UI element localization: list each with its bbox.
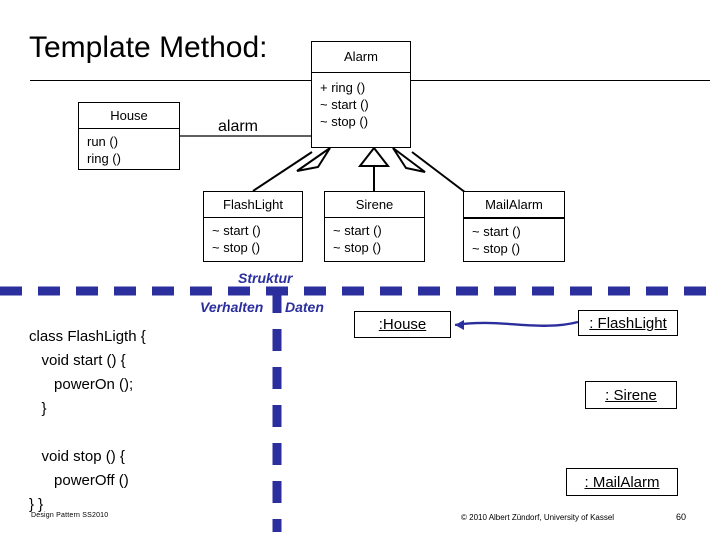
association-label-alarm: alarm <box>218 118 259 135</box>
object-link-house-flashlight <box>454 320 579 327</box>
object-box-flashlight[interactable]: : FlashLight <box>578 310 678 336</box>
class-name-flashlight: FlashLight <box>204 192 302 218</box>
inheritance-line-mailalarm <box>411 151 471 197</box>
class-name-house: House <box>79 103 179 129</box>
operation-item: ~ stop () <box>212 240 261 255</box>
object-box-house[interactable]: :House <box>354 311 451 338</box>
class-operations-house: run () ring () <box>79 129 179 172</box>
object-label-sirene: : Sirene <box>605 386 657 404</box>
section-label-struktur: Struktur <box>238 270 293 286</box>
object-box-mailalarm[interactable]: : MailAlarm <box>566 468 678 496</box>
operation-item: ~ start () <box>333 223 382 238</box>
class-operations-alarm: + ring () ~ start () ~ stop () <box>312 73 410 135</box>
code-block-flashligth: class FlashLigth { void start () { power… <box>29 328 146 513</box>
operation-item: ~ start () <box>472 224 521 239</box>
class-box-flashlight[interactable]: FlashLight ~ start () ~ stop () <box>203 191 303 262</box>
class-operations-mailalarm: ~ start () ~ stop () <box>464 219 564 262</box>
section-label-verhalten: Verhalten <box>200 299 264 315</box>
operation-item: run () <box>87 134 119 149</box>
object-label-mailalarm: : MailAlarm <box>584 473 660 491</box>
operation-item: ~ start () <box>212 223 261 238</box>
operation-item: ~ stop () <box>320 114 369 129</box>
class-box-alarm[interactable]: Alarm + ring () ~ start () ~ stop () <box>311 41 411 148</box>
operation-item: ring () <box>87 151 121 166</box>
class-name-mailalarm: MailAlarm <box>464 192 564 219</box>
inheritance-arrowhead-sirene <box>357 146 391 167</box>
class-operations-sirene: ~ start () ~ stop () <box>325 218 424 261</box>
section-label-daten: Daten <box>285 299 324 315</box>
footer-copyright: © 2010 Albert Zündorf, University of Kas… <box>461 513 615 522</box>
operation-item: ~ stop () <box>472 241 521 256</box>
class-box-mailalarm[interactable]: MailAlarm ~ start () ~ stop () <box>463 191 565 262</box>
footer-course-label: Design Pattern SS2010 <box>31 512 109 519</box>
operation-item: ~ stop () <box>333 240 382 255</box>
class-operations-flashlight: ~ start () ~ stop () <box>204 218 302 261</box>
slide-canvas: Template Method: Alarm + ring () ~ start… <box>0 0 720 540</box>
class-box-sirene[interactable]: Sirene ~ start () ~ stop () <box>324 191 425 262</box>
object-link-arrowhead <box>455 320 464 330</box>
class-name-sirene: Sirene <box>325 192 424 218</box>
footer-page-number: 60 <box>676 512 687 522</box>
object-label-flashlight: : FlashLight <box>589 314 667 332</box>
class-box-house[interactable]: House run () ring () <box>78 102 180 170</box>
operation-item: + ring () <box>320 80 366 95</box>
object-box-sirene[interactable]: : Sirene <box>585 381 677 409</box>
inheritance-arrowhead-mailalarm <box>392 147 426 173</box>
inheritance-line-flashlight <box>252 151 313 192</box>
class-name-alarm: Alarm <box>312 42 410 73</box>
operation-item: ~ start () <box>320 97 369 112</box>
object-label-house: :House <box>378 316 427 333</box>
